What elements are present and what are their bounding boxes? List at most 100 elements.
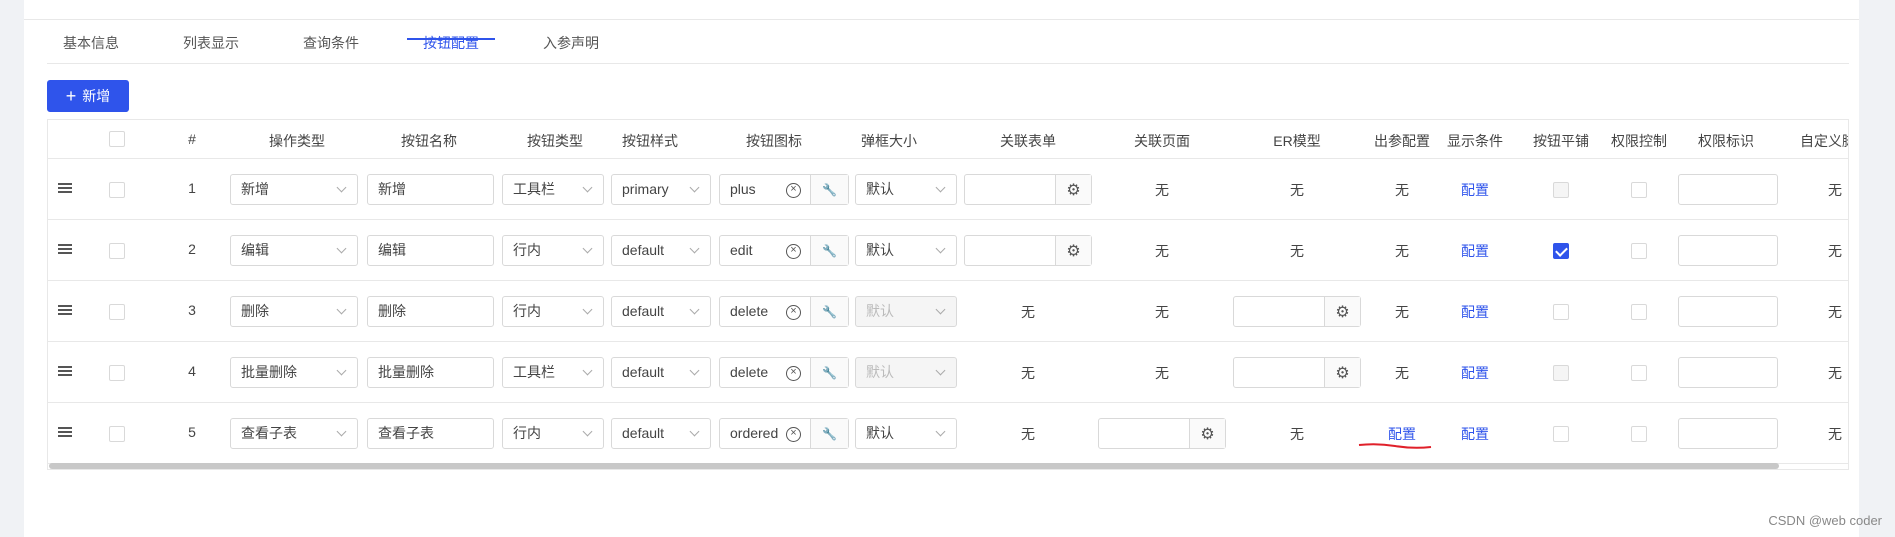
related-form-text: 无 [1021, 304, 1035, 320]
row-checkbox[interactable] [109, 243, 125, 259]
wrench-icon[interactable]: 🔧 [810, 175, 848, 204]
permission-id-input[interactable] [1678, 418, 1778, 449]
operation-type-select-value: 编辑 [241, 242, 269, 258]
gear-icon[interactable]: ⚙ [1055, 236, 1091, 265]
button-icon-field[interactable]: delete × 🔧 [719, 357, 849, 388]
display-condition-link[interactable]: 配置 [1461, 241, 1489, 261]
permission-id-input[interactable] [1678, 296, 1778, 327]
tile-checkbox [1553, 182, 1569, 198]
operation-type-select[interactable]: 批量删除 [230, 357, 358, 388]
drag-handle-icon[interactable] [58, 305, 72, 317]
wrench-icon[interactable]: 🔧 [810, 419, 848, 448]
display-condition-link[interactable]: 配置 [1461, 424, 1489, 444]
custom-script-text: 无 [1828, 304, 1842, 320]
permission-id-input[interactable] [1678, 357, 1778, 388]
tile-checkbox[interactable] [1553, 243, 1569, 259]
tab-button-config[interactable]: 按钮配置 [423, 33, 479, 53]
dialog-size-select[interactable]: 默认 [855, 235, 957, 266]
tile-checkbox[interactable] [1553, 426, 1569, 442]
operation-type-select[interactable]: 编辑 [230, 235, 358, 266]
horizontal-scrollbar[interactable] [49, 463, 1779, 469]
clear-icon[interactable]: × [786, 183, 801, 198]
row-checkbox[interactable] [109, 304, 125, 320]
tab-list-display[interactable]: 列表显示 [183, 33, 239, 53]
dialog-size-select[interactable]: 默认 [855, 174, 957, 205]
drag-handle-icon[interactable] [58, 244, 72, 256]
clear-icon[interactable]: × [786, 305, 801, 320]
operation-type-select[interactable]: 查看子表 [230, 418, 358, 449]
button-icon-field[interactable]: ordered × 🔧 [719, 418, 849, 449]
er-model-text: 无 [1290, 426, 1304, 442]
gear-icon[interactable]: ⚙ [1055, 175, 1091, 204]
button-style-select[interactable]: primary [611, 174, 711, 205]
button-style-select[interactable]: default [611, 357, 711, 388]
button-name-input[interactable]: 编辑 [367, 235, 494, 266]
add-button[interactable]: + 新增 [47, 80, 129, 112]
tab-basic-info[interactable]: 基本信息 [63, 33, 119, 53]
drag-handle-icon[interactable] [58, 366, 72, 378]
button-style-select[interactable]: default [611, 296, 711, 327]
button-style-select-value: default [622, 303, 665, 319]
permission-id-input[interactable] [1678, 174, 1778, 205]
button-type-select[interactable]: 行内 [502, 235, 604, 266]
button-name-input[interactable]: 新增 [367, 174, 494, 205]
permission-checkbox[interactable] [1631, 365, 1647, 381]
operation-type-select[interactable]: 删除 [230, 296, 358, 327]
gear-icon[interactable]: ⚙ [1324, 297, 1360, 326]
permission-id-input[interactable] [1678, 235, 1778, 266]
related-page-field[interactable]: ⚙ [1098, 418, 1226, 449]
clear-icon[interactable]: × [786, 427, 801, 442]
table-row: 2 编辑 编辑 行内 default edit × 🔧 默认 ⚙ 无 无 无 配置 无 [48, 220, 1848, 281]
button-name-input[interactable]: 批量删除 [367, 357, 494, 388]
chevron-down-icon [582, 243, 593, 254]
button-icon-field[interactable]: plus × 🔧 [719, 174, 849, 205]
button-style-select[interactable]: default [611, 418, 711, 449]
related-form-text: 无 [1021, 365, 1035, 381]
wrench-icon[interactable]: 🔧 [810, 297, 848, 326]
display-condition-link[interactable]: 配置 [1461, 363, 1489, 383]
related-form-field[interactable]: ⚙ [964, 235, 1092, 266]
button-name-input[interactable]: 删除 [367, 296, 494, 327]
button-name-input[interactable]: 查看子表 [367, 418, 494, 449]
button-type-select[interactable]: 工具栏 [502, 357, 604, 388]
custom-script-text: 无 [1828, 182, 1842, 198]
permission-checkbox[interactable] [1631, 243, 1647, 259]
row-checkbox[interactable] [109, 182, 125, 198]
drag-handle-icon[interactable] [58, 183, 72, 195]
clear-icon[interactable]: × [786, 366, 801, 381]
related-form-field[interactable]: ⚙ [964, 174, 1092, 205]
display-condition-link[interactable]: 配置 [1461, 302, 1489, 322]
er-model-field[interactable]: ⚙ [1233, 357, 1361, 388]
wrench-icon[interactable]: 🔧 [810, 358, 848, 387]
drag-handle-icon[interactable] [58, 427, 72, 439]
tile-checkbox[interactable] [1553, 304, 1569, 320]
related-page-text: 无 [1155, 182, 1169, 198]
wrench-icon[interactable]: 🔧 [810, 236, 848, 265]
button-icon-field[interactable]: edit × 🔧 [719, 235, 849, 266]
dialog-size-select[interactable]: 默认 [855, 418, 957, 449]
permission-checkbox[interactable] [1631, 304, 1647, 320]
row-number: 5 [188, 424, 196, 440]
select-all-checkbox[interactable] [109, 131, 125, 147]
clear-icon[interactable]: × [786, 244, 801, 259]
output-config-link[interactable]: 配置 [1388, 424, 1416, 444]
red-underline-annotation [1358, 443, 1432, 449]
row-checkbox[interactable] [109, 426, 125, 442]
permission-checkbox[interactable] [1631, 182, 1647, 198]
tab-input-params[interactable]: 入参声明 [543, 33, 599, 53]
button-type-select[interactable]: 行内 [502, 296, 604, 327]
gear-icon[interactable]: ⚙ [1189, 419, 1225, 448]
display-condition-link[interactable]: 配置 [1461, 180, 1489, 200]
permission-checkbox[interactable] [1631, 426, 1647, 442]
button-type-select[interactable]: 工具栏 [502, 174, 604, 205]
operation-type-select[interactable]: 新增 [230, 174, 358, 205]
button-icon-field[interactable]: delete × 🔧 [719, 296, 849, 327]
er-model-field[interactable]: ⚙ [1233, 296, 1361, 327]
column-header: 出参配置 [1374, 133, 1430, 149]
table-row: 4 批量删除 批量删除 工具栏 default delete × 🔧 默认 无 无 ⚙ 无 配置 无 [48, 342, 1848, 403]
tab-query-conditions[interactable]: 查询条件 [303, 33, 359, 53]
button-type-select[interactable]: 行内 [502, 418, 604, 449]
row-checkbox[interactable] [109, 365, 125, 381]
button-style-select[interactable]: default [611, 235, 711, 266]
gear-icon[interactable]: ⚙ [1324, 358, 1360, 387]
